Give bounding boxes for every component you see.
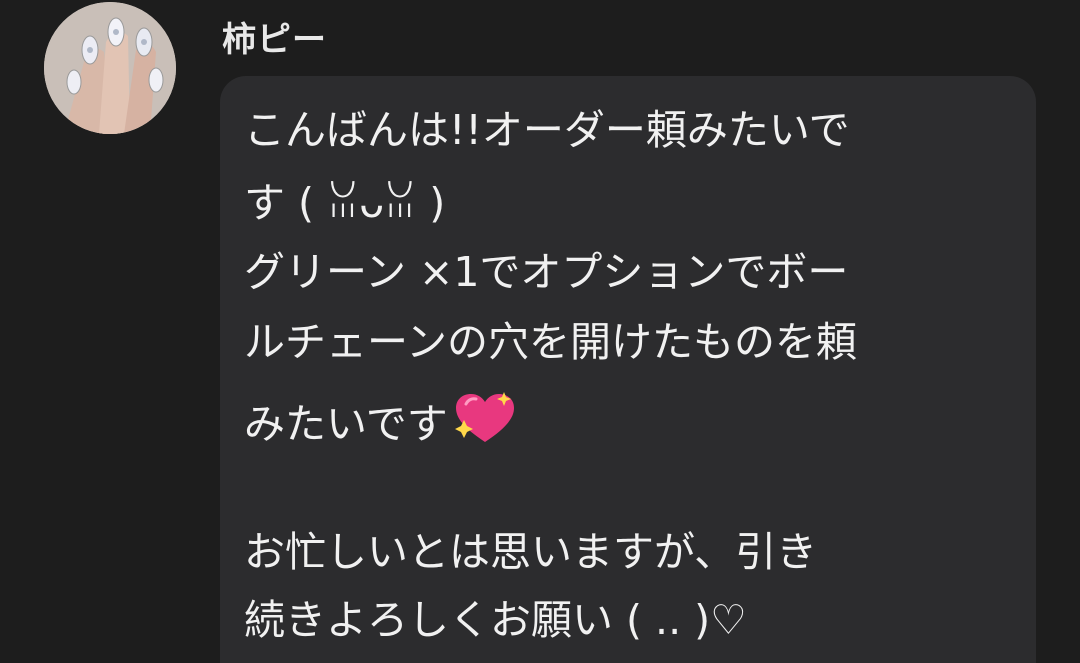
message-line: グリーン ×1でオプションでボー <box>244 248 849 296</box>
message-line: お忙しいとは思いますが、引き <box>244 528 818 576</box>
message-line: ルチェーンの穴を開けたものを頼 <box>244 318 857 366</box>
message-line: す ( ꈍᴗꈍ ) <box>244 179 446 227</box>
sender-avatar[interactable] <box>44 2 176 134</box>
sparkling-heart-icon <box>454 392 516 446</box>
avatar-photo-nails-icon <box>44 2 176 134</box>
message-line: 続きよろしくお願い ( .. )♡ <box>244 596 747 644</box>
chat-screen: 柿ピー こんばんは!!オーダー頼みたいで す ( ꈍᴗꈍ ) グリーン ×1でオ… <box>0 0 1080 663</box>
sender-name: 柿ピー <box>222 20 327 60</box>
message-line: こんばんは!!オーダー頼みたいで <box>244 106 850 154</box>
message-line-text: みたいです <box>244 400 448 448</box>
message-line-with-emoji: みたいです <box>244 392 516 446</box>
